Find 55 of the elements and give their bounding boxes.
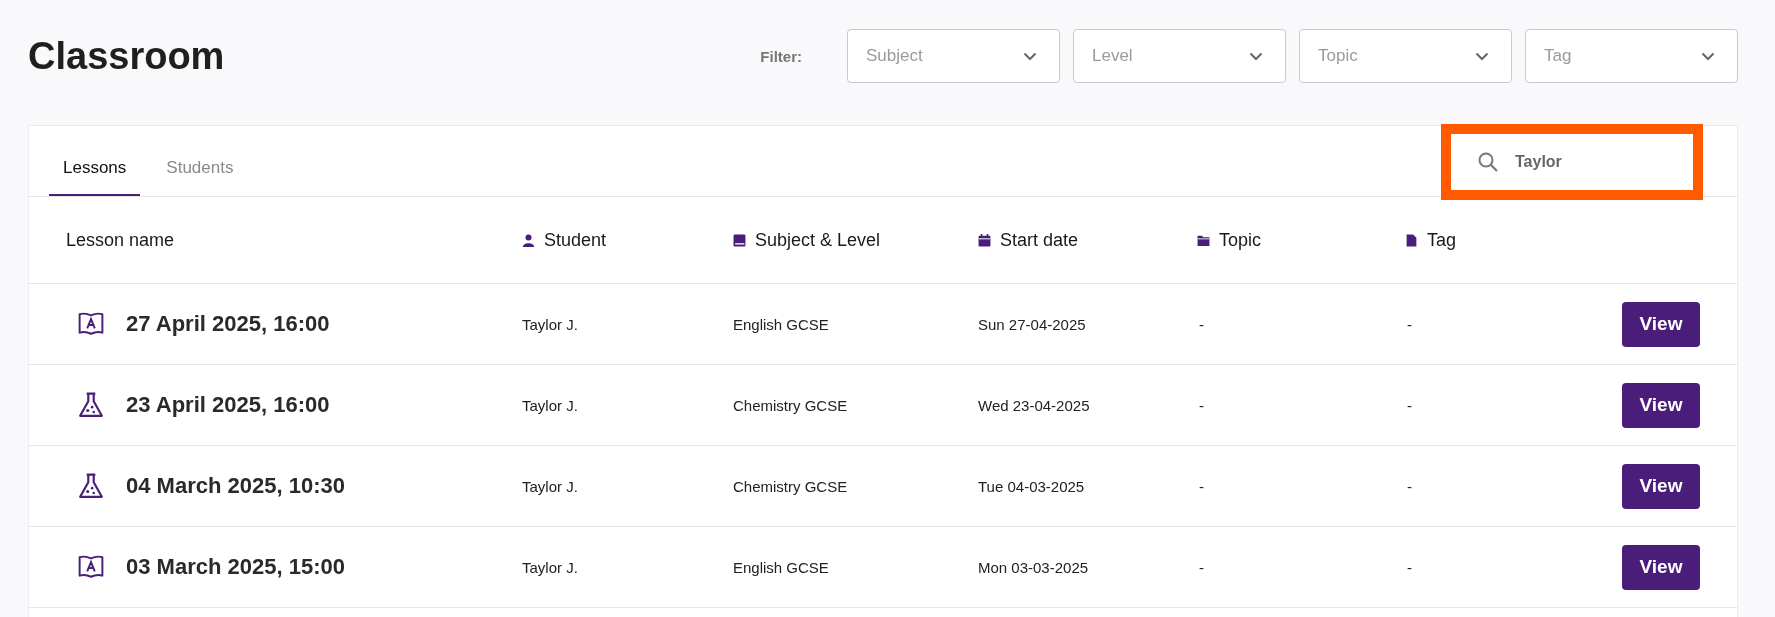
- student-cell-text: Taylor J.: [522, 396, 579, 414]
- column-label: Start date: [1000, 229, 1079, 251]
- tag-cell-text: -: [1406, 558, 1413, 576]
- page-title: Classroom: [28, 34, 226, 78]
- topic-cell-text: -: [1198, 477, 1205, 495]
- tab[interactable]: Lessons: [49, 158, 141, 196]
- flask-icon: [78, 473, 104, 499]
- tag-cell-text: -: [1406, 315, 1413, 333]
- column-label: Topic: [1219, 229, 1262, 251]
- filter-dropdown[interactable]: Topic: [1299, 29, 1512, 83]
- lesson-name: 03 March 2025, 15:00: [126, 554, 345, 580]
- folder-icon: [1197, 233, 1210, 247]
- subject-cell-text: Chemistry GCSE: [733, 477, 849, 495]
- student-cell-text: Taylor J.: [522, 315, 579, 333]
- calendar-icon: [978, 233, 991, 247]
- subject-cell-text: English GCSE: [733, 315, 830, 333]
- lesson-name: 27 April 2025, 16:00: [126, 311, 330, 337]
- view-button[interactable]: View: [1622, 382, 1700, 428]
- flask-icon: [78, 392, 104, 418]
- view-button[interactable]: View: [1622, 301, 1700, 347]
- topic-cell-text: -: [1198, 396, 1205, 414]
- person-icon: [522, 233, 535, 247]
- book-icon: [78, 311, 104, 337]
- student-cell-text: Taylor J.: [522, 477, 579, 495]
- date-cell-text: Wed 23-04-2025: [978, 396, 1091, 414]
- filter-dropdown[interactable]: Subject: [847, 29, 1060, 83]
- search-icon: [1477, 151, 1499, 173]
- topic-cell-text: -: [1198, 315, 1205, 333]
- date-cell-text: Sun 27-04-2025: [978, 315, 1087, 333]
- lesson-name: 23 April 2025, 16:00: [126, 392, 330, 418]
- student-cell-text: Taylor J.: [522, 558, 579, 576]
- date-cell-text: Tue 04-03-2025: [978, 477, 1086, 495]
- chevron-down-icon: [1701, 51, 1715, 61]
- date-cell-text: Mon 03-03-2025: [978, 558, 1090, 576]
- subject-cell-text: English GCSE: [733, 558, 830, 576]
- chevron-down-icon: [1249, 51, 1263, 61]
- filter-label: Filter:: [760, 47, 802, 65]
- book-icon: [733, 233, 746, 247]
- tag-cell-text: -: [1406, 396, 1413, 414]
- lesson-name: 04 March 2025, 10:30: [126, 473, 345, 499]
- column-label: Subject & Level: [755, 229, 881, 251]
- subject-cell-text: Chemistry GCSE: [733, 396, 849, 414]
- topic-cell-text: -: [1198, 558, 1205, 576]
- tab[interactable]: Students: [152, 158, 248, 196]
- view-button[interactable]: View: [1622, 463, 1700, 509]
- column-label: Student: [544, 229, 607, 251]
- search-field[interactable]: Taylor: [1477, 151, 1562, 173]
- tag-cell-text: -: [1406, 477, 1413, 495]
- column-label: Lesson name: [66, 229, 175, 251]
- column-label: Tag: [1427, 229, 1457, 251]
- book-icon: [78, 554, 104, 580]
- file-icon: [1405, 233, 1418, 247]
- chevron-down-icon: [1475, 51, 1489, 61]
- chevron-down-icon: [1023, 51, 1037, 61]
- view-button[interactable]: View: [1622, 544, 1700, 590]
